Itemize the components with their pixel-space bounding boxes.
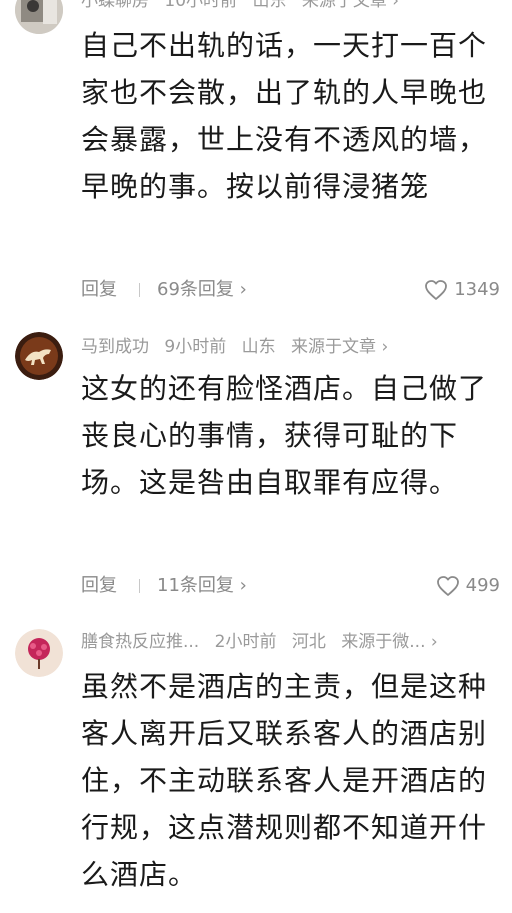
- view-replies-link[interactable]: 11条回复 ›: [157, 573, 247, 599]
- view-replies-link[interactable]: 69条回复 ›: [157, 277, 247, 303]
- comment-location: 山东: [252, 0, 287, 11]
- comment-actions: 回复 69条回复 › 1349: [81, 277, 500, 303]
- reply-button[interactable]: 回复: [81, 573, 117, 599]
- comment-source-link[interactable]: 来源于文章 ›: [302, 0, 399, 11]
- avatar[interactable]: [15, 332, 63, 380]
- comment-meta: 马到成功 9小时前 山东 来源于文章 ›: [81, 335, 502, 359]
- comment-meta: 小蝶聊房 10小时前 山东 来源于文章 ›: [81, 0, 502, 13]
- divider: [139, 579, 140, 593]
- comment-author[interactable]: 膳食热反应推...: [81, 632, 199, 652]
- like-count: 499: [465, 575, 500, 596]
- comment-location: 山东: [241, 337, 276, 357]
- heart-icon: [425, 280, 448, 300]
- comment-author[interactable]: 马到成功: [81, 337, 149, 357]
- comment-text: 虽然不是酒店的主责，但是这种客人离开后又联系客人的酒店别住，不主动联系客人是开酒…: [81, 670, 488, 891]
- comment-location: 河北: [291, 632, 326, 652]
- comment-text: 自己不出轨的话，一天打一百个家也不会散，出了轨的人早晚也会暴露，世上没有不透风的…: [81, 29, 488, 203]
- comment-meta: 膳食热反应推... 2小时前 河北 来源于微... ›: [81, 630, 502, 654]
- reply-button[interactable]: 回复: [81, 277, 117, 303]
- comment-source-link[interactable]: 来源于文章 ›: [291, 337, 388, 357]
- comment-author[interactable]: 小蝶聊房: [81, 0, 149, 11]
- like-count: 1349: [454, 279, 500, 300]
- comment-time: 2小时前: [214, 632, 277, 652]
- heart-icon: [436, 576, 459, 596]
- like-button[interactable]: 499: [436, 573, 500, 599]
- avatar[interactable]: [15, 629, 63, 677]
- comment-source-link[interactable]: 来源于微... ›: [341, 632, 437, 652]
- comment-actions: 回复 11条回复 › 499: [81, 573, 500, 599]
- avatar[interactable]: [15, 0, 63, 34]
- comment-text: 这女的还有脸怪酒店。自己做了丧良心的事情，获得可耻的下场。这是咎由自取罪有应得。: [81, 372, 488, 499]
- like-button[interactable]: 1349: [424, 277, 500, 303]
- divider: [139, 283, 140, 297]
- comment-time: 10小时前: [164, 0, 238, 11]
- comment-time: 9小时前: [164, 337, 227, 357]
